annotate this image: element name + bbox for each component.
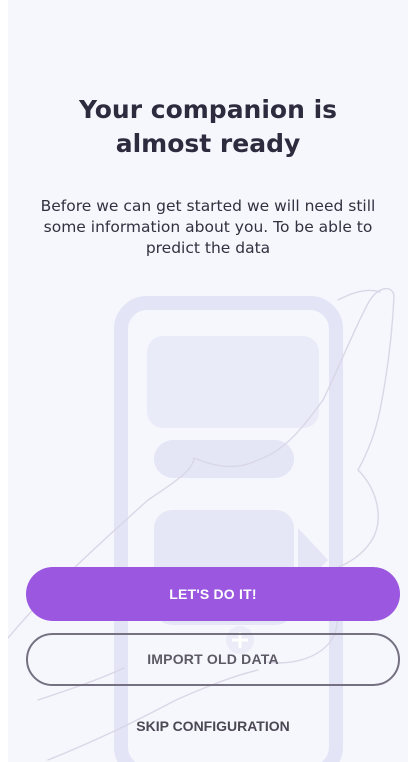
phone-outline: [114, 296, 343, 762]
onboarding-screen: Your companion is almost ready Before we…: [8, 0, 408, 762]
import-old-data-button[interactable]: IMPORT OLD DATA: [26, 633, 400, 686]
lets-do-it-button[interactable]: LET'S DO IT!: [26, 567, 400, 621]
skip-configuration-link[interactable]: SKIP CONFIGURATION: [26, 712, 400, 740]
page-title: Your companion is almost ready: [78, 95, 338, 158]
page-description: Before we can get started we will need s…: [40, 197, 376, 257]
